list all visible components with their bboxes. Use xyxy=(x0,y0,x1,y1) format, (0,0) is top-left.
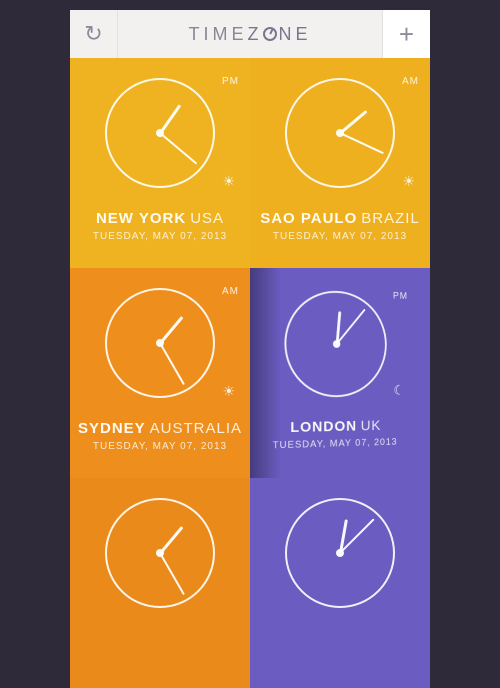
minute-hand xyxy=(159,553,185,596)
ampm-label: PM xyxy=(393,291,408,302)
header-bar: ↻ TIMEZ NE + xyxy=(70,10,430,58)
clock-face xyxy=(285,498,395,608)
moon-icon: ☾ xyxy=(393,382,404,398)
title-part-3: NE xyxy=(278,24,311,44)
clock-o-icon xyxy=(263,27,277,41)
tile-labels: NEW YORKUSA TUESDAY, MAY 07, 2013 xyxy=(93,210,227,242)
refresh-icon: ↻ xyxy=(84,21,102,47)
country-name: UK xyxy=(361,418,382,435)
ampm-label: AM xyxy=(402,76,419,87)
clock-pin xyxy=(336,549,344,557)
app-frame: ↻ TIMEZ NE + PM ☀ NEW YORKUSA TUESDAY, MA… xyxy=(70,10,430,688)
tile-labels: SYDNEYAUSTRALIA TUESDAY, MAY 07, 2013 xyxy=(78,420,242,452)
tile-row3-left[interactable] xyxy=(70,478,250,688)
clock-face: AM ☀ xyxy=(105,288,215,398)
city-label: SYDNEYAUSTRALIA xyxy=(78,420,242,437)
minute-hand xyxy=(159,343,185,386)
sun-icon: ☀ xyxy=(222,173,235,190)
country-name: AUSTRALIA xyxy=(150,420,242,437)
minute-hand xyxy=(159,132,197,164)
clock-pin xyxy=(156,339,164,347)
title-part-1: TIME xyxy=(188,24,247,44)
minute-hand xyxy=(340,132,384,154)
city-name: LONDON xyxy=(290,418,357,436)
tile-labels: LONDONUK TUESDAY, MAY 07, 2013 xyxy=(273,417,398,451)
title-part-2: Z xyxy=(247,24,262,44)
city-name: SAO PAULO xyxy=(260,210,357,227)
tile-sao-paulo[interactable]: AM ☀ SAO PAULOBRAZIL TUESDAY, MAY 07, 20… xyxy=(250,58,430,268)
date-label: TUESDAY, MAY 07, 2013 xyxy=(260,231,420,242)
tile-row3-right[interactable] xyxy=(250,478,430,688)
refresh-button[interactable]: ↻ xyxy=(70,10,118,58)
tile-sydney[interactable]: AM ☀ SYDNEYAUSTRALIA TUESDAY, MAY 07, 20… xyxy=(70,268,250,478)
clock-pin xyxy=(156,549,164,557)
date-label: TUESDAY, MAY 07, 2013 xyxy=(93,231,227,242)
date-label: TUESDAY, MAY 07, 2013 xyxy=(273,437,398,451)
app-title: TIMEZ NE xyxy=(118,24,382,45)
timezone-grid: PM ☀ NEW YORKUSA TUESDAY, MAY 07, 2013 A… xyxy=(70,58,430,688)
date-label: TUESDAY, MAY 07, 2013 xyxy=(78,441,242,452)
city-label: LONDONUK xyxy=(273,417,398,436)
clock-face: PM ☀ xyxy=(105,78,215,188)
tile-london[interactable]: PM ☾ LONDONUK TUESDAY, MAY 07, 2013 xyxy=(250,268,430,478)
sun-icon: ☀ xyxy=(222,383,235,400)
city-label: SAO PAULOBRAZIL xyxy=(260,210,420,227)
clock-face: PM ☾ xyxy=(284,289,386,398)
tile-labels: SAO PAULOBRAZIL TUESDAY, MAY 07, 2013 xyxy=(260,210,420,242)
tile-new-york[interactable]: PM ☀ NEW YORKUSA TUESDAY, MAY 07, 2013 xyxy=(70,58,250,268)
city-name: NEW YORK xyxy=(96,210,186,227)
ampm-label: PM xyxy=(222,76,239,87)
ampm-label: AM xyxy=(222,286,239,297)
plus-icon: + xyxy=(399,19,414,50)
tile-london-face: PM ☾ LONDONUK TUESDAY, MAY 07, 2013 xyxy=(250,268,418,478)
country-name: USA xyxy=(190,210,224,227)
city-name: SYDNEY xyxy=(78,420,146,437)
clock-face: AM ☀ xyxy=(285,78,395,188)
country-name: BRAZIL xyxy=(361,210,420,227)
clock-pin xyxy=(333,340,340,348)
city-label: NEW YORKUSA xyxy=(93,210,227,227)
sun-icon: ☀ xyxy=(402,173,415,190)
clock-pin xyxy=(156,129,164,137)
clock-pin xyxy=(336,129,344,137)
add-button[interactable]: + xyxy=(382,10,430,58)
clock-face xyxy=(105,498,215,608)
